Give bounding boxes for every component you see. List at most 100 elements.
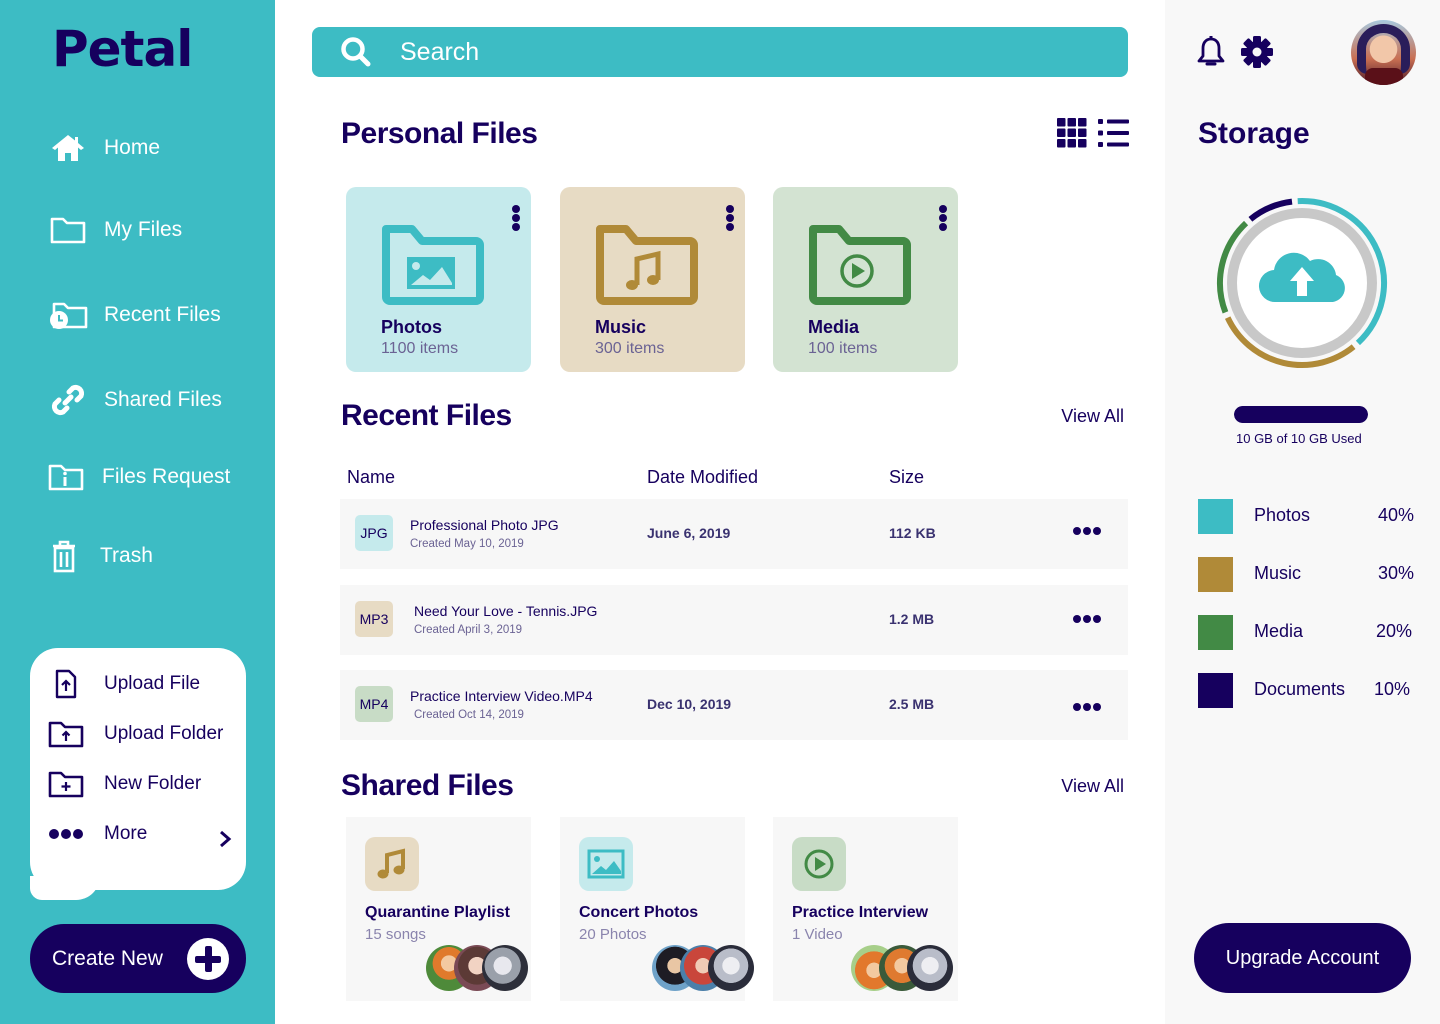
sidebar-item-recent-files[interactable]: Recent Files [48,297,221,333]
kebab-menu-icon[interactable] [511,205,521,233]
shared-name: Practice Interview [792,904,929,921]
folder-name: Music [595,317,647,337]
sidebar-item-label: Shared Files [104,388,222,411]
sidebar-item-label: Home [104,136,161,159]
storage-usage-bar [1234,406,1368,423]
upload-file-button[interactable]: Upload File [48,668,200,700]
legend-percent: 40% [1377,505,1414,525]
collaborator-avatars [426,945,528,991]
personal-files-title: Personal Files [341,117,538,150]
legend-percent: 30% [1377,563,1414,583]
shared-card-concert-photos[interactable]: Concert Photos 20 Photos [560,817,754,1001]
legend-percent: 20% [1375,621,1412,641]
folder-count: 300 items [595,340,665,357]
sidebar-item-files-request[interactable]: Files Request [46,459,230,495]
shared-meta: 20 Photos [579,926,647,943]
image-icon [579,837,633,891]
collaborator-avatars [652,945,754,991]
shared-files-title: Shared Files [341,769,514,802]
file-created: Created May 10, 2019 [410,538,524,550]
shared-view-all-link[interactable]: View All [1061,776,1124,797]
table-row[interactable]: MP4 Practice Interview Video.MP4 Created… [340,670,1128,740]
search-bar[interactable] [312,27,1128,77]
bell-icon[interactable] [1197,36,1225,68]
legend-swatch [1198,499,1233,534]
folder-name: Photos [381,317,442,337]
shared-name: Concert Photos [579,904,699,921]
kebab-menu-icon[interactable] [938,205,948,233]
row-more-icon[interactable] [1073,703,1101,713]
photo-folder-icon [382,225,484,305]
sidebar-item-label: Files Request [102,465,231,488]
column-header-date[interactable]: Date Modified [647,467,758,488]
sidebar-item-trash[interactable]: Trash [44,538,153,574]
link-icon [48,382,88,418]
legend-item-music: Music 30% [1198,557,1428,593]
file-modified: Dec 10, 2019 [647,696,732,712]
recent-folder-icon [48,297,88,333]
file-size: 112 KB [889,525,936,541]
home-icon [48,130,88,166]
file-size: 2.5 MB [889,696,935,712]
file-size: 1.2 MB [889,611,935,627]
avatar-hair [1357,24,1410,74]
column-header-size[interactable]: Size [889,467,924,488]
shared-meta: 15 songs [365,926,426,943]
row-more-icon[interactable] [1073,615,1101,625]
legend-swatch [1198,673,1233,708]
kebab-menu-icon[interactable] [725,205,735,233]
sidebar-item-home[interactable]: Home [48,130,160,166]
user-avatar[interactable] [1351,20,1416,85]
avatar-body [1365,68,1403,85]
more-button[interactable]: More [48,818,230,850]
avatar [708,945,754,991]
column-header-name[interactable]: Name [347,467,395,488]
action-label: Upload Folder [104,723,224,744]
legend-label: Photos [1254,505,1311,525]
file-name: Practice Interview Video.MP4 [410,688,593,704]
storage-usage-text: 10 GB of 10 GB Used [1236,431,1362,446]
upload-file-icon [48,668,84,700]
legend-label: Media [1254,621,1304,641]
table-row[interactable]: JPG Professional Photo JPG Created May 1… [340,499,1128,569]
chevron-right-icon[interactable] [218,830,232,848]
create-new-label: Create New [52,946,163,970]
folder-card-media[interactable]: Media 100 items [773,187,958,372]
upgrade-account-button[interactable]: Upgrade Account [1194,923,1411,993]
folder-count: 100 items [808,340,878,357]
avatar [907,945,953,991]
upload-folder-button[interactable]: Upload Folder [48,718,223,750]
folder-icon [48,212,88,248]
more-dots-icon [48,818,84,850]
table-row[interactable]: MP3 Need Your Love - Tennis.JPG Created … [340,585,1128,655]
file-name: Professional Photo JPG [410,517,559,533]
storage-title: Storage [1198,117,1310,150]
new-folder-icon [48,768,84,800]
action-label: Upload File [104,673,201,694]
sidebar-item-shared-files[interactable]: Shared Files [48,382,222,418]
sidebar-item-label: My Files [104,218,183,241]
music-folder-icon [596,225,698,305]
grid-view-icon[interactable] [1057,118,1087,148]
folder-card-music[interactable]: Music 300 items [560,187,745,372]
file-created: Created Oct 14, 2019 [414,709,524,721]
file-type-badge: MP3 [355,601,393,637]
shared-card-practice-interview[interactable]: Practice Interview 1 Video [773,817,958,1001]
sidebar-item-my-files[interactable]: My Files [48,212,182,248]
folder-card-photos[interactable]: Photos 1100 items [346,187,531,372]
recent-view-all-link[interactable]: View All [1061,406,1124,427]
storage-usage-fill [1234,406,1368,423]
gear-icon[interactable] [1241,36,1273,68]
trash-icon [44,538,84,574]
row-more-icon[interactable] [1073,527,1101,537]
sidebar: Petal Home My Files Recent Files Shared … [0,0,275,1024]
legend-item-photos: Photos 40% [1198,499,1428,535]
shared-meta: 1 Video [792,926,843,943]
search-input[interactable] [400,37,1000,67]
new-folder-button[interactable]: New Folder [48,768,201,800]
create-new-button[interactable]: Create New [30,924,246,993]
music-note-icon [365,837,419,891]
file-modified: June 6, 2019 [647,525,731,541]
list-view-icon[interactable] [1098,118,1129,148]
shared-card-quarantine-playlist[interactable]: Quarantine Playlist 15 songs [346,817,531,1001]
